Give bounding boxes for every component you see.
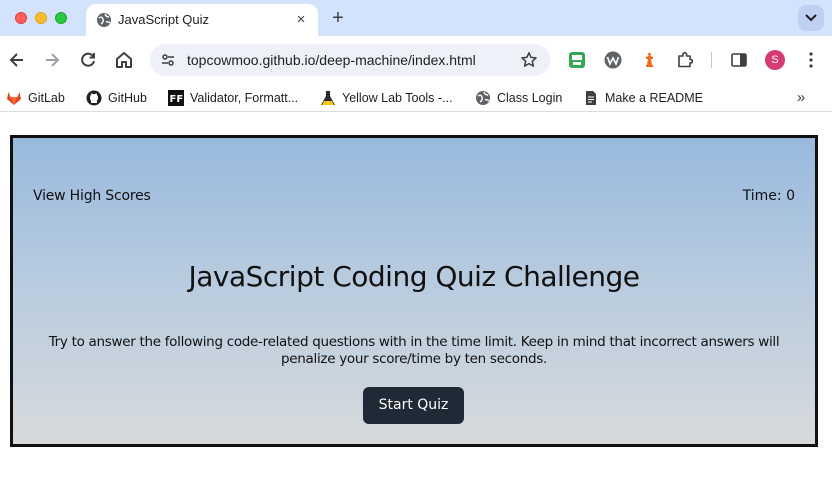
back-arrow-icon [9, 53, 23, 67]
bookmark-label: Make a README [605, 91, 703, 105]
bookmark-gitlab[interactable]: GitLab [6, 89, 65, 107]
bookmark-star-icon[interactable] [520, 51, 538, 69]
forward-arrow-icon [46, 53, 60, 67]
globe-icon [475, 90, 491, 106]
tab-javascript-quiz[interactable]: JavaScript Quiz × [86, 4, 318, 36]
bookmark-label: Yellow Lab Tools -... [342, 91, 453, 105]
toolbar-separator [711, 52, 712, 68]
browser-toolbar: topcowmoo.github.io/deep-machine/index.h… [0, 36, 832, 84]
quiz-title: JavaScript Coding Quiz Challenge [188, 260, 640, 293]
forward-button[interactable] [40, 48, 64, 72]
extension-printer-icon[interactable] [567, 50, 587, 70]
reload-button[interactable] [76, 48, 100, 72]
bookmark-label: Validator, Formatt... [190, 91, 299, 105]
address-bar[interactable]: topcowmoo.github.io/deep-machine/index.h… [150, 44, 550, 76]
close-window-button[interactable] [15, 12, 27, 24]
maximize-window-button[interactable] [55, 12, 67, 24]
flask-icon [320, 90, 336, 106]
bookmarks-overflow-button[interactable]: » [792, 89, 810, 107]
quiz-container: View High Scores Time: 0 JavaScript Codi… [10, 135, 818, 447]
extension-w-icon[interactable] [603, 50, 623, 70]
extensions-puzzle-icon[interactable] [675, 50, 695, 70]
more-menu-icon[interactable] [801, 50, 821, 70]
tab-search-button[interactable] [798, 5, 824, 31]
site-settings-icon[interactable] [160, 52, 176, 68]
profile-avatar[interactable]: S [765, 50, 785, 70]
bookmarks-bar: GitLab GitHub FF Validator, Formatt... Y… [0, 84, 832, 112]
view-high-scores-link[interactable]: View High Scores [33, 188, 151, 204]
bookmark-label: GitHub [108, 91, 147, 105]
github-icon [86, 90, 102, 106]
gitlab-icon [6, 90, 22, 106]
globe-icon [96, 12, 112, 28]
minimize-window-button[interactable] [35, 12, 47, 24]
ff-icon: FF [168, 90, 184, 106]
bookmark-validator[interactable]: FF Validator, Formatt... [168, 89, 298, 107]
bookmark-label: GitLab [28, 91, 65, 105]
extension-chess-icon[interactable] [639, 50, 659, 70]
tab-strip: JavaScript Quiz × + [0, 0, 832, 36]
timer-display: Time: 0 [742, 188, 795, 204]
start-quiz-button[interactable]: Start Quiz [363, 387, 464, 424]
reload-icon [81, 52, 95, 67]
page-content: View High Scores Time: 0 JavaScript Codi… [0, 113, 832, 486]
svg-text:FF: FF [170, 94, 184, 105]
tab-close-button[interactable]: × [292, 11, 310, 29]
chevron-down-icon [805, 14, 817, 22]
back-button[interactable] [5, 48, 29, 72]
side-panel-icon[interactable] [729, 50, 749, 70]
bookmark-label: Class Login [497, 91, 563, 105]
home-icon [116, 52, 132, 68]
bookmark-make-a-readme[interactable]: Make a README [583, 89, 703, 107]
bookmark-class-login[interactable]: Class Login [475, 89, 562, 107]
document-icon [583, 90, 599, 106]
bookmark-github[interactable]: GitHub [86, 89, 147, 107]
new-tab-button[interactable]: + [326, 7, 350, 31]
quiz-description: Try to answer the following code-related… [48, 334, 780, 367]
home-button[interactable] [112, 48, 136, 72]
bookmark-yellow-lab-tools[interactable]: Yellow Lab Tools -... [320, 89, 453, 107]
url-text[interactable]: topcowmoo.github.io/deep-machine/index.h… [187, 52, 476, 68]
tab-title: JavaScript Quiz [118, 12, 210, 27]
